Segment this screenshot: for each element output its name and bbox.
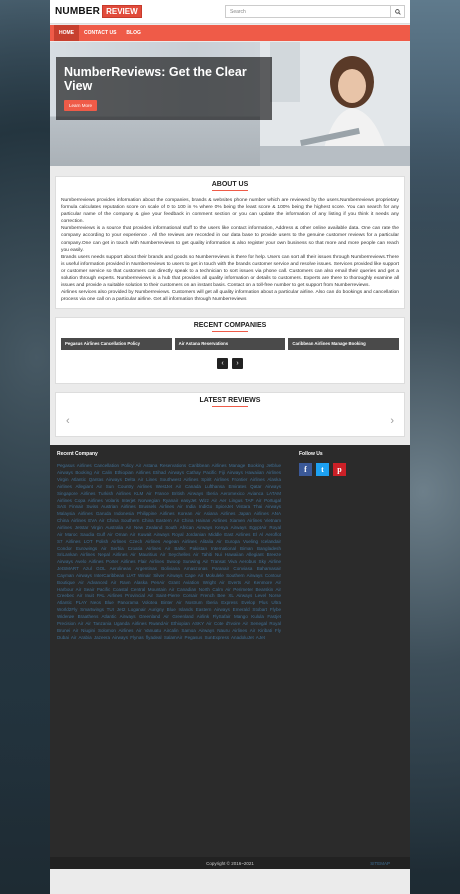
recent-company-item[interactable]: Caribbean Airlines Manage Booking xyxy=(288,338,400,351)
title-underline xyxy=(212,190,248,191)
hero-woman-image xyxy=(260,42,410,166)
title-underline xyxy=(212,406,248,408)
about-paragraph: Numberreviews is a source that provides … xyxy=(61,226,399,253)
footer-company-links[interactable]: Pegasus Airlines Cancellation Policy Air… xyxy=(57,463,281,641)
chevron-right-icon[interactable]: › xyxy=(390,415,394,427)
footer-recent-company: Recent Company Pegasus Airlines Cancella… xyxy=(57,451,281,851)
hero-banner: NumberReviews: Get the Clear View Learn … xyxy=(50,42,410,166)
carousel-controls: ‹ › xyxy=(61,358,399,370)
twitter-icon[interactable]: t xyxy=(316,463,329,477)
recent-company-item[interactable]: Pegasus Airlines Cancellation Policy xyxy=(61,338,172,351)
recent-company-item[interactable]: Air Astana Reservations xyxy=(174,338,286,351)
sitemap-link[interactable]: SITEMAP xyxy=(370,861,390,866)
footer-follow-title: Follow Us xyxy=(299,451,323,458)
next-arrow-icon[interactable]: › xyxy=(232,358,243,370)
about-title: ABOUT US xyxy=(211,181,249,188)
title-underline xyxy=(212,331,248,333)
nav-blog[interactable]: BLOG xyxy=(121,25,145,41)
logo-text: NUMBER xyxy=(55,6,101,17)
main-nav: HOME CONTACT US BLOG xyxy=(50,25,410,41)
nav-contact-us[interactable]: CONTACT US xyxy=(79,25,121,41)
pinterest-icon[interactable]: p xyxy=(333,463,346,477)
logo-badge: REVIEW xyxy=(102,5,142,18)
social-links: f t p xyxy=(299,463,403,477)
site-footer: Recent Company Pegasus Airlines Cancella… xyxy=(50,445,410,858)
copyright-bar: Copyright © 2016~2021 SITEMAP xyxy=(50,857,410,870)
latest-reviews-title: LATEST REVIEWS xyxy=(199,397,261,405)
site-logo[interactable]: NUMBER REVIEW xyxy=(55,5,142,18)
about-paragraph: Numberreviews provides information about… xyxy=(61,198,399,225)
learn-more-button[interactable]: Learn More xyxy=(64,100,98,111)
search-button[interactable] xyxy=(390,6,404,17)
nav-home[interactable]: HOME xyxy=(54,25,79,41)
search-placeholder: Search xyxy=(230,8,246,15)
search-icon xyxy=(394,8,401,15)
prev-arrow-icon[interactable]: ‹ xyxy=(217,358,228,370)
about-paragraph: Brands users needs support about their b… xyxy=(61,254,399,289)
recent-companies-list: Pegasus Airlines Cancellation Policy Air… xyxy=(61,338,400,351)
recent-companies-title: RECENT COMPANIES xyxy=(193,322,267,330)
site-header: NUMBER REVIEW Search xyxy=(50,0,410,24)
hero-overlay: NumberReviews: Get the Clear View Learn … xyxy=(56,57,272,120)
chevron-left-icon[interactable]: ‹ xyxy=(66,415,70,427)
about-section: ABOUT US Numberreviews provides informat… xyxy=(55,176,405,310)
recent-companies-section: RECENT COMPANIES Pegasus Airlines Cancel… xyxy=(55,317,405,385)
search-input[interactable]: Search xyxy=(225,5,405,18)
about-paragraph: Airlines services also provided by Numbe… xyxy=(61,290,399,303)
copyright-text: Copyright © 2016~2021 xyxy=(206,860,254,866)
footer-recent-title: Recent Company xyxy=(57,451,98,458)
page-container: NUMBER REVIEW Search HOME CONTACT US BLO… xyxy=(50,0,410,894)
hero-title: NumberReviews: Get the Clear View xyxy=(64,65,247,93)
facebook-icon[interactable]: f xyxy=(299,463,312,477)
latest-reviews-section: LATEST REVIEWS ‹ › xyxy=(55,392,405,438)
footer-follow: Follow Us f t p xyxy=(299,451,403,851)
